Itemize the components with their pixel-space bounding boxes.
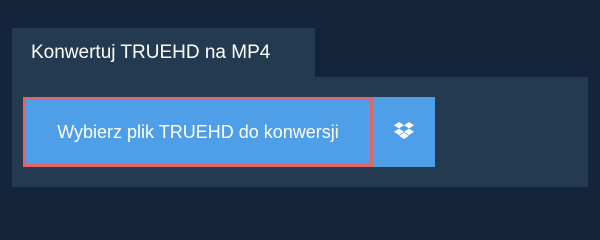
converter-widget: Konwertuj TRUEHD na MP4 Wybierz plik TRU… — [0, 0, 600, 230]
tab-title: Konwertuj TRUEHD na MP4 — [12, 28, 315, 77]
upload-button-group: Wybierz plik TRUEHD do konwersji — [23, 97, 435, 167]
dropbox-button[interactable] — [373, 97, 435, 167]
choose-file-button[interactable]: Wybierz plik TRUEHD do konwersji — [23, 97, 373, 167]
dropbox-icon — [393, 122, 415, 142]
